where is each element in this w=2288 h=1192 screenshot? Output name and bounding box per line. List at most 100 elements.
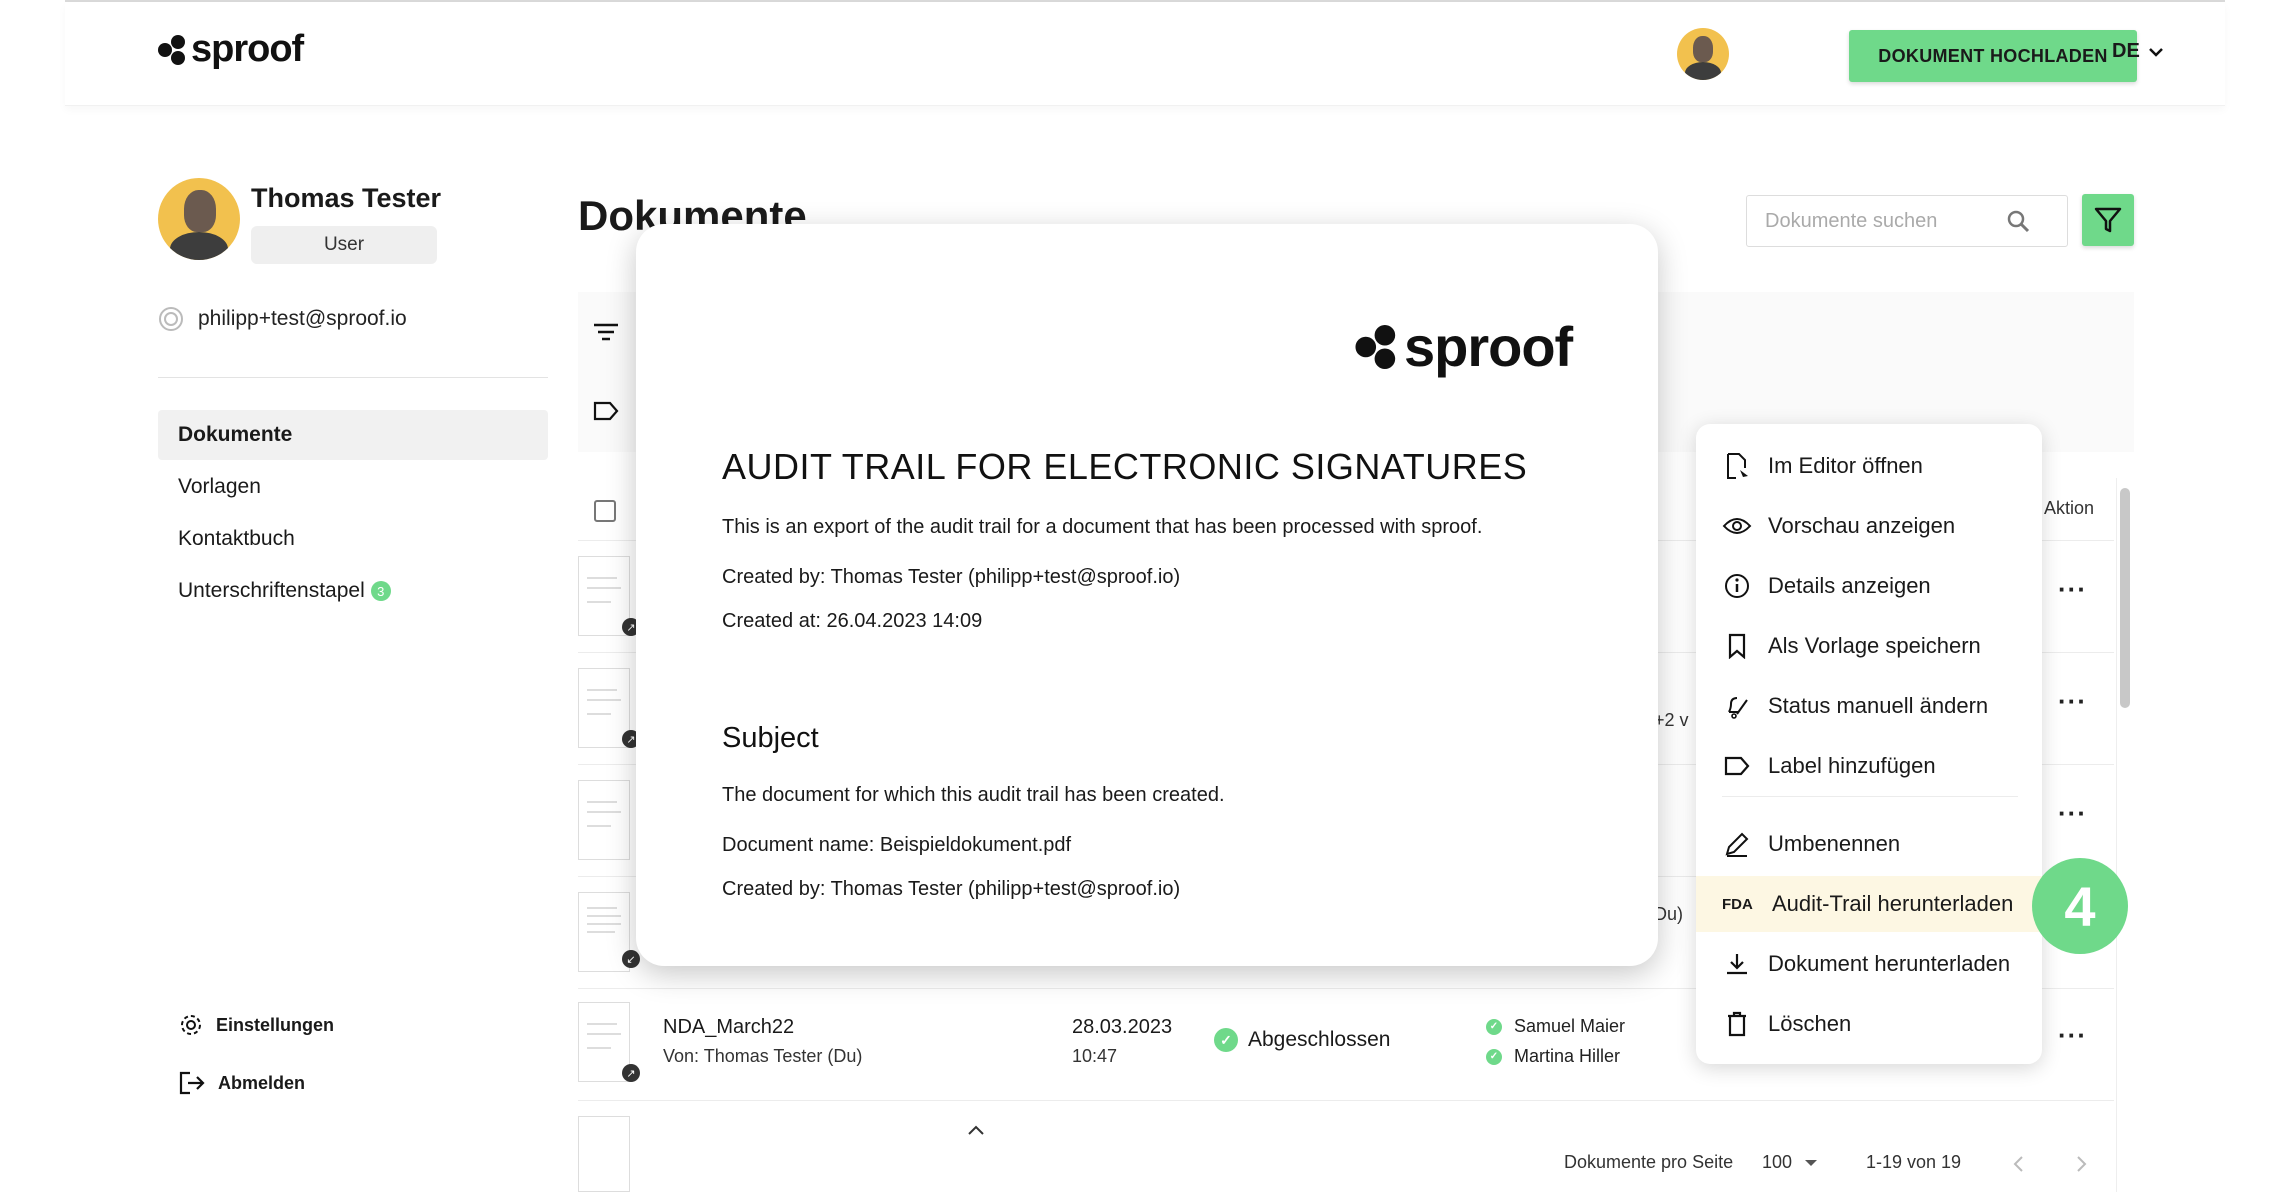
rows-per-page-select[interactable]: 100 — [1762, 1152, 1818, 1173]
gear-icon — [181, 1015, 201, 1035]
logout-label: Abmelden — [218, 1072, 306, 1093]
document-sender: Von: Thomas Tester (Du) — [663, 1046, 863, 1066]
audit-title: AUDIT TRAIL FOR ELECTRONIC SIGNATURES — [722, 446, 1528, 487]
document-name[interactable]: NDA_March22 — [663, 1016, 794, 1039]
eye-icon — [1722, 511, 1752, 541]
status-label: Abgeschlossen — [1248, 1028, 1391, 1051]
bookmark-icon — [1722, 631, 1752, 661]
sidebar-item-dokumente[interactable]: Dokumente — [158, 410, 548, 460]
logo-text: sproof — [191, 28, 304, 70]
status-badge: ✓ Abgeschlossen — [1214, 1028, 1390, 1052]
menu-item-label: Löschen — [1768, 1011, 1852, 1036]
app-header: sproof DOKUMENT HOCHLADEN DE — [65, 2, 2225, 106]
label-filter-icon[interactable] — [592, 400, 620, 422]
document-thumbnail[interactable] — [578, 1116, 630, 1192]
chevron-down-icon — [2148, 47, 2163, 57]
menu-item-label: Audit-Trail herunterladen — [1772, 891, 2014, 916]
audit-created-by: Created by: Thomas Tester (philipp+test@… — [722, 566, 1181, 588]
document-thumbnail[interactable] — [578, 780, 630, 860]
menu-item-change-status[interactable]: Status manuell ändern — [1696, 678, 2042, 734]
signer-overflow: +2 v — [1654, 710, 1689, 730]
menu-item-label: Dokument herunterladen — [1768, 951, 2011, 976]
signer-name: Samuel Maier — [1514, 1016, 1626, 1036]
sidebar-item-vorlagen[interactable]: Vorlagen — [158, 462, 548, 512]
signer-name: Martina Hiller — [1514, 1046, 1621, 1066]
user-name: Thomas Tester — [251, 183, 442, 213]
sidebar-item-unterschriftenstapel[interactable]: Unterschriftenstapel 3 — [158, 566, 548, 616]
settings-link[interactable]: Einstellungen — [178, 1012, 334, 1038]
caret-down-icon — [1805, 1159, 1818, 1166]
logo-mark-icon — [158, 34, 185, 65]
audit-created-at: Created at: 26.04.2023 14:09 — [722, 610, 983, 632]
document-time: 10:47 — [1072, 1046, 1118, 1066]
preview-logo: sproof — [1354, 314, 1573, 379]
menu-item-save-template[interactable]: Als Vorlage speichern — [1696, 618, 2042, 674]
signed-check-icon: ✓ — [1486, 1048, 1502, 1065]
pagination-range: 1-19 von 19 — [1866, 1152, 1962, 1172]
logout-icon — [179, 1071, 205, 1095]
menu-item-delete[interactable]: Löschen — [1696, 996, 2042, 1052]
menu-item-download-document[interactable]: Dokument herunterladen — [1696, 936, 2042, 992]
menu-item-details[interactable]: Details anzeigen — [1696, 558, 2042, 614]
sort-filter-icon[interactable] — [592, 320, 620, 344]
document-name-line: Document name: Beispieldokument.pdf — [722, 834, 1072, 856]
rows-per-page-value: 100 — [1762, 1152, 1793, 1172]
prev-page-icon[interactable] — [2012, 1154, 2026, 1174]
fingerprint-icon — [159, 307, 183, 331]
row-actions-button[interactable]: ··· — [2058, 686, 2087, 717]
fda-icon: FDA — [1722, 895, 1753, 913]
document-date: 28.03.2023 — [1072, 1016, 1173, 1038]
signed-check-icon: ✓ — [1486, 1018, 1502, 1035]
document-context-menu: Im Editor öffnen Vorschau anzeigen Detai… — [1696, 424, 2042, 1064]
menu-item-label: Als Vorlage speichern — [1768, 633, 1981, 658]
chevron-up-icon[interactable] — [966, 1124, 986, 1136]
sidebar-item-kontaktbuch[interactable]: Kontaktbuch — [158, 514, 548, 564]
menu-divider — [1722, 796, 2018, 797]
language-selector[interactable]: DE — [2112, 40, 2164, 63]
search-input[interactable] — [1765, 209, 2005, 233]
check-icon: ✓ — [1214, 1028, 1238, 1052]
select-all-checkbox[interactable] — [594, 500, 616, 522]
row-actions-button[interactable]: ··· — [2058, 1020, 2087, 1051]
row-actions-button[interactable]: ··· — [2058, 574, 2087, 605]
bell-edit-icon — [1722, 691, 1752, 721]
language-label: DE — [2112, 40, 2140, 62]
subject-heading: Subject — [722, 722, 819, 754]
header-avatar[interactable] — [1677, 28, 1729, 80]
audit-trail-preview: sproof AUDIT TRAIL FOR ELECTRONIC SIGNAT… — [636, 224, 1658, 966]
shared-badge-icon: ↗ — [622, 1064, 640, 1082]
menu-item-download-audit-trail[interactable]: FDA Audit-Trail herunterladen — [1696, 876, 2042, 932]
next-page-icon[interactable] — [2074, 1154, 2088, 1174]
menu-item-open-editor[interactable]: Im Editor öffnen — [1696, 438, 2042, 494]
logout-link[interactable]: Abmelden — [178, 1070, 305, 1096]
sidebar-item-label: Dokumente — [178, 423, 293, 446]
menu-item-label: Details anzeigen — [1768, 573, 1931, 598]
funnel-icon — [2094, 207, 2122, 233]
sidebar-item-label: Unterschriftenstapel — [178, 579, 365, 602]
menu-item-rename[interactable]: Umbenennen — [1696, 816, 2042, 872]
sender-fragment: Du) — [1654, 904, 1684, 924]
menu-item-preview[interactable]: Vorschau anzeigen — [1696, 498, 2042, 554]
menu-item-label: Im Editor öffnen — [1768, 453, 1923, 478]
vertical-scrollbar[interactable] — [2120, 488, 2130, 708]
menu-item-label: Label hinzufügen — [1768, 753, 1936, 778]
row-actions-button[interactable]: ··· — [2058, 798, 2087, 829]
trash-icon — [1722, 1009, 1752, 1039]
menu-item-add-label[interactable]: Label hinzufügen — [1696, 738, 2042, 794]
rows-per-page-label: Dokumente pro Seite — [1564, 1152, 1734, 1172]
user-email: philipp+test@sproof.io — [198, 307, 407, 330]
audit-intro: This is an export of the audit trail for… — [722, 516, 1483, 538]
user-email-row: philipp+test@sproof.io — [158, 306, 407, 332]
sidebar-divider — [158, 377, 548, 378]
search-icon[interactable] — [2005, 208, 2031, 234]
label-icon — [1722, 751, 1752, 781]
filter-button[interactable] — [2082, 194, 2134, 246]
upload-document-button[interactable]: DOKUMENT HOCHLADEN — [1849, 30, 2137, 82]
subject-created-by: Created by: Thomas Tester (philipp+test@… — [722, 878, 1181, 900]
search-box[interactable] — [1746, 195, 2068, 247]
signer-entry: ✓ Martina Hiller — [1486, 1046, 1620, 1067]
row-divider — [578, 1100, 2114, 1101]
step-number-badge: 4 — [2032, 858, 2128, 954]
menu-item-label: Vorschau anzeigen — [1768, 513, 1956, 538]
sproof-logo[interactable]: sproof — [157, 28, 304, 71]
